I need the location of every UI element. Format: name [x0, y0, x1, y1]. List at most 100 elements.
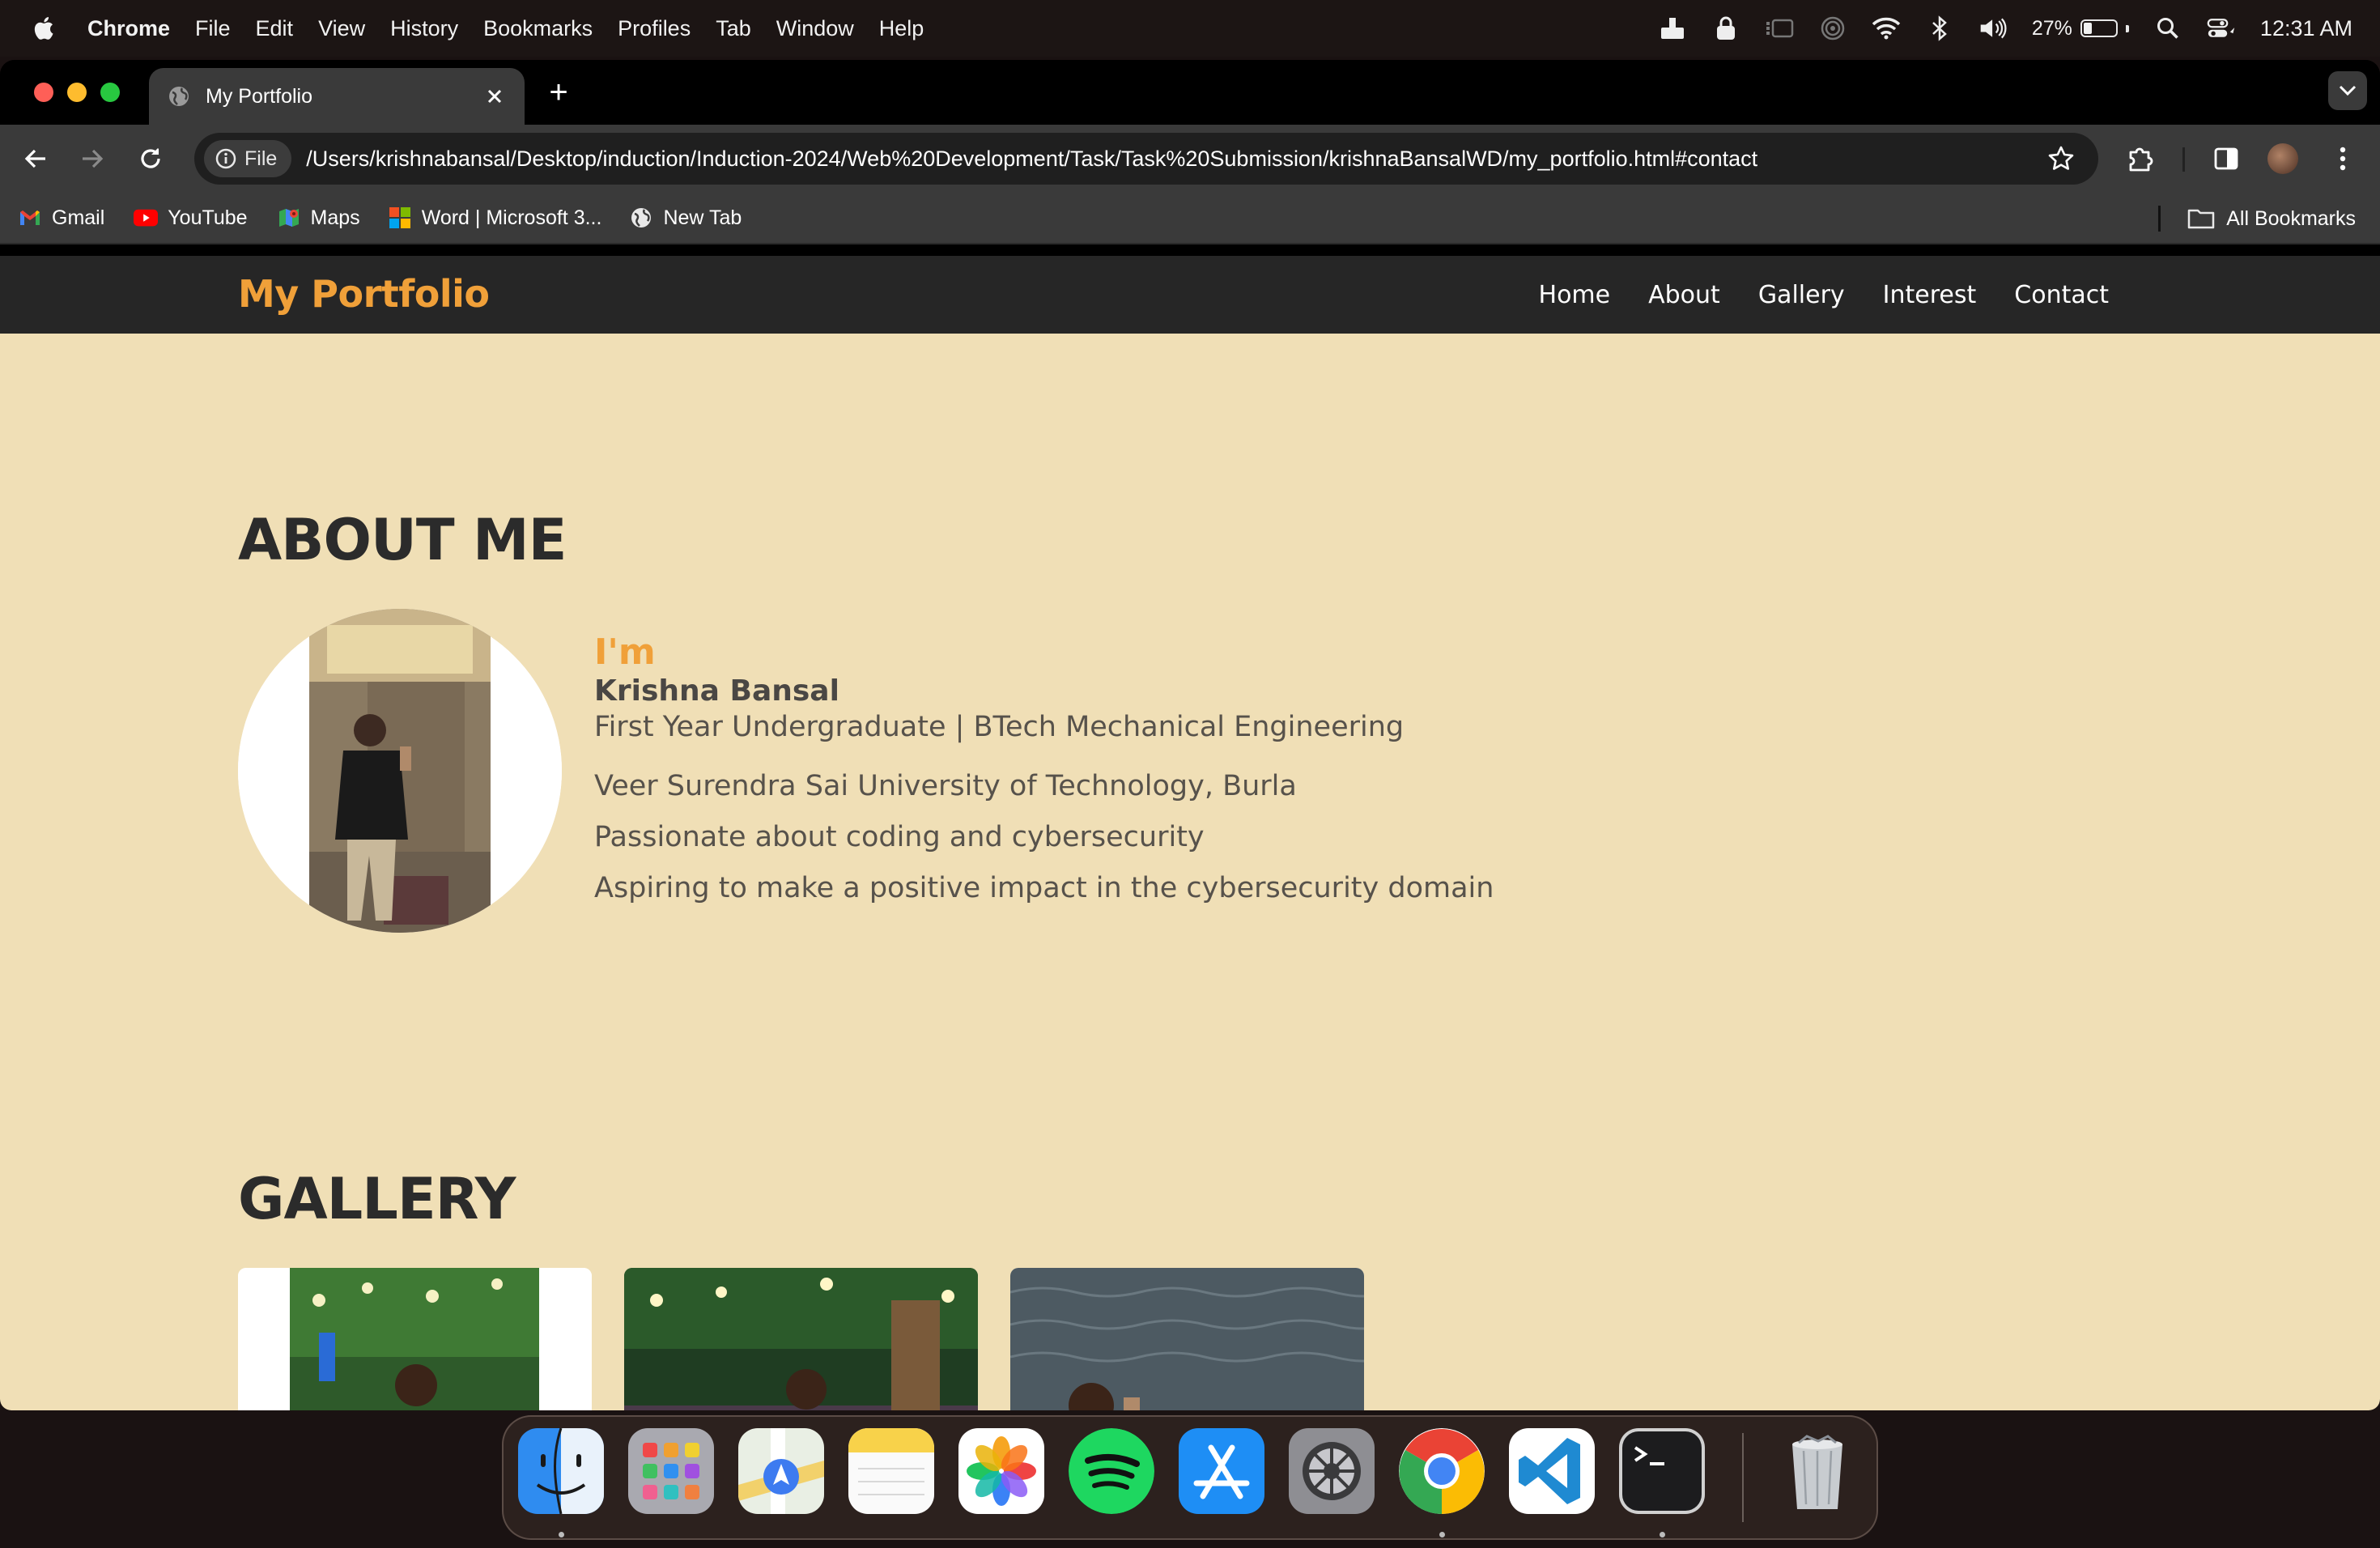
about-line: First Year Undergraduate | BTech Mechani… — [594, 711, 1405, 743]
nav-link-home[interactable]: Home — [1539, 281, 1611, 309]
profile-avatar[interactable] — [2265, 141, 2301, 176]
battery-indicator[interactable]: 27% — [2032, 17, 2129, 40]
stage-manager-icon[interactable] — [1765, 14, 1794, 43]
all-bookmarks-button[interactable]: All Bookmarks — [2187, 193, 2356, 245]
volume-icon[interactable] — [1978, 14, 2008, 43]
nav-link-gallery[interactable]: Gallery — [1758, 281, 1845, 309]
gallery-card[interactable] — [238, 1268, 592, 1410]
site-nav-links: Home About Gallery Interest Contact — [1539, 256, 2109, 334]
side-panel-icon[interactable] — [2208, 141, 2244, 176]
site-brand-logo[interactable]: My Portfolio — [238, 272, 490, 316]
bookmark-label: YouTube — [168, 206, 248, 229]
spotify-icon[interactable] — [1069, 1428, 1154, 1514]
launchpad-icon[interactable] — [628, 1428, 714, 1514]
youtube-icon — [134, 206, 159, 230]
bookmark-maps[interactable]: Maps — [277, 206, 360, 230]
status-area: 27% 12:31 AM — [1658, 0, 2352, 57]
about-line: Aspiring to make a positive impact in th… — [594, 872, 1494, 904]
clock[interactable]: 12:31 AM — [2260, 16, 2352, 41]
nav-link-interest[interactable]: Interest — [1883, 281, 1977, 309]
scheme-label: File — [244, 147, 278, 170]
apple-logo-icon[interactable] — [31, 15, 55, 42]
close-tab-icon[interactable] — [482, 84, 507, 108]
site-navbar: My Portfolio Home About Gallery Interest… — [0, 256, 2380, 334]
menu-bookmarks[interactable]: Bookmarks — [483, 16, 593, 41]
vscode-icon[interactable] — [1509, 1428, 1595, 1514]
stack-status-icon[interactable] — [1658, 14, 1687, 43]
finder-icon[interactable] — [518, 1428, 604, 1514]
site-info-chip[interactable]: File — [204, 140, 292, 177]
url-text[interactable]: /Users/krishnabansal/Desktop/induction/I… — [306, 147, 2045, 172]
avatar — [2267, 143, 2298, 174]
new-tab-button[interactable]: + — [542, 74, 575, 110]
battery-percent: 27% — [2031, 16, 2072, 40]
bluetooth-icon[interactable] — [1925, 14, 1954, 43]
maps-icon — [277, 206, 301, 230]
folder-icon — [2187, 209, 2215, 229]
about-heading: ABOUT ME — [238, 507, 567, 573]
extensions-puzzle-icon[interactable] — [2123, 141, 2158, 176]
bookmark-label: Maps — [310, 206, 360, 229]
chrome-menu-icon[interactable] — [2325, 141, 2361, 176]
menu-file[interactable]: File — [195, 16, 231, 41]
gmail-icon — [18, 206, 42, 230]
all-bookmarks-label: All Bookmarks — [2226, 206, 2356, 230]
bookmark-new-tab[interactable]: New Tab — [629, 206, 742, 230]
gallery-card[interactable] — [624, 1268, 978, 1410]
bookmark-label: Gmail — [52, 206, 105, 229]
control-center-icon[interactable] — [2207, 14, 2236, 43]
menu-profiles[interactable]: Profiles — [618, 16, 691, 41]
system-settings-icon[interactable] — [1289, 1428, 1375, 1514]
terminal-icon[interactable] — [1619, 1428, 1705, 1514]
spotlight-search-icon[interactable] — [2153, 14, 2182, 43]
bookmark-gmail[interactable]: Gmail — [18, 206, 104, 230]
profile-photo — [238, 609, 562, 933]
forward-button[interactable] — [74, 141, 110, 176]
notes-icon[interactable] — [848, 1428, 934, 1514]
address-bar[interactable]: File /Users/krishnabansal/Desktop/induct… — [194, 133, 2098, 185]
bookmarks-bar: Gmail YouTube Maps Word | Microsoft 3...… — [0, 193, 2380, 245]
lock-status-icon[interactable] — [1711, 14, 1740, 43]
browser-toolbar: File /Users/krishnabansal/Desktop/induct… — [0, 125, 2380, 193]
nav-link-about[interactable]: About — [1648, 281, 1720, 309]
tab-search-button[interactable] — [2328, 71, 2367, 110]
zoom-window-button[interactable] — [100, 83, 120, 102]
tab-my-portfolio[interactable]: My Portfolio — [149, 68, 525, 125]
globe-icon — [629, 206, 653, 230]
airdrop-icon[interactable] — [1818, 14, 1847, 43]
trash-icon[interactable] — [1774, 1428, 1860, 1514]
terminal-running-dot — [1660, 1532, 1665, 1537]
microsoft-icon — [388, 206, 412, 230]
menu-tab[interactable]: Tab — [716, 16, 751, 41]
bookmark-youtube[interactable]: YouTube — [134, 206, 248, 230]
person-name: Krishna Bansal — [594, 674, 839, 708]
maps-app-icon[interactable] — [738, 1428, 824, 1514]
back-button[interactable] — [18, 141, 53, 176]
reload-button[interactable] — [133, 141, 168, 176]
photos-icon[interactable] — [958, 1428, 1044, 1514]
battery-nub — [2125, 24, 2129, 32]
bookmarks-divider — [2158, 206, 2161, 232]
app-store-icon[interactable] — [1179, 1428, 1264, 1514]
bookmark-label: Word | Microsoft 3... — [421, 206, 602, 229]
toolbar-divider — [2182, 147, 2185, 172]
webpage-viewport: My Portfolio Home About Gallery Interest… — [0, 256, 2380, 1410]
gallery-card[interactable] — [1010, 1268, 1364, 1410]
menu-window[interactable]: Window — [776, 16, 854, 41]
tab-title: My Portfolio — [206, 84, 312, 108]
bookmark-word[interactable]: Word | Microsoft 3... — [388, 206, 602, 230]
menu-edit[interactable]: Edit — [256, 16, 294, 41]
wifi-icon[interactable] — [1872, 14, 1901, 43]
globe-icon — [167, 84, 191, 108]
menu-view[interactable]: View — [318, 16, 365, 41]
finder-running-dot — [559, 1532, 564, 1537]
about-line: Veer Surendra Sai University of Technolo… — [594, 770, 1297, 802]
menu-history[interactable]: History — [390, 16, 458, 41]
bookmark-star-icon[interactable] — [2045, 142, 2077, 175]
chrome-icon[interactable] — [1399, 1428, 1485, 1514]
minimize-window-button[interactable] — [67, 83, 87, 102]
nav-link-contact[interactable]: Contact — [2014, 281, 2109, 309]
menu-help[interactable]: Help — [879, 16, 924, 41]
close-window-button[interactable] — [34, 83, 53, 102]
menu-app-name[interactable]: Chrome — [87, 16, 170, 41]
